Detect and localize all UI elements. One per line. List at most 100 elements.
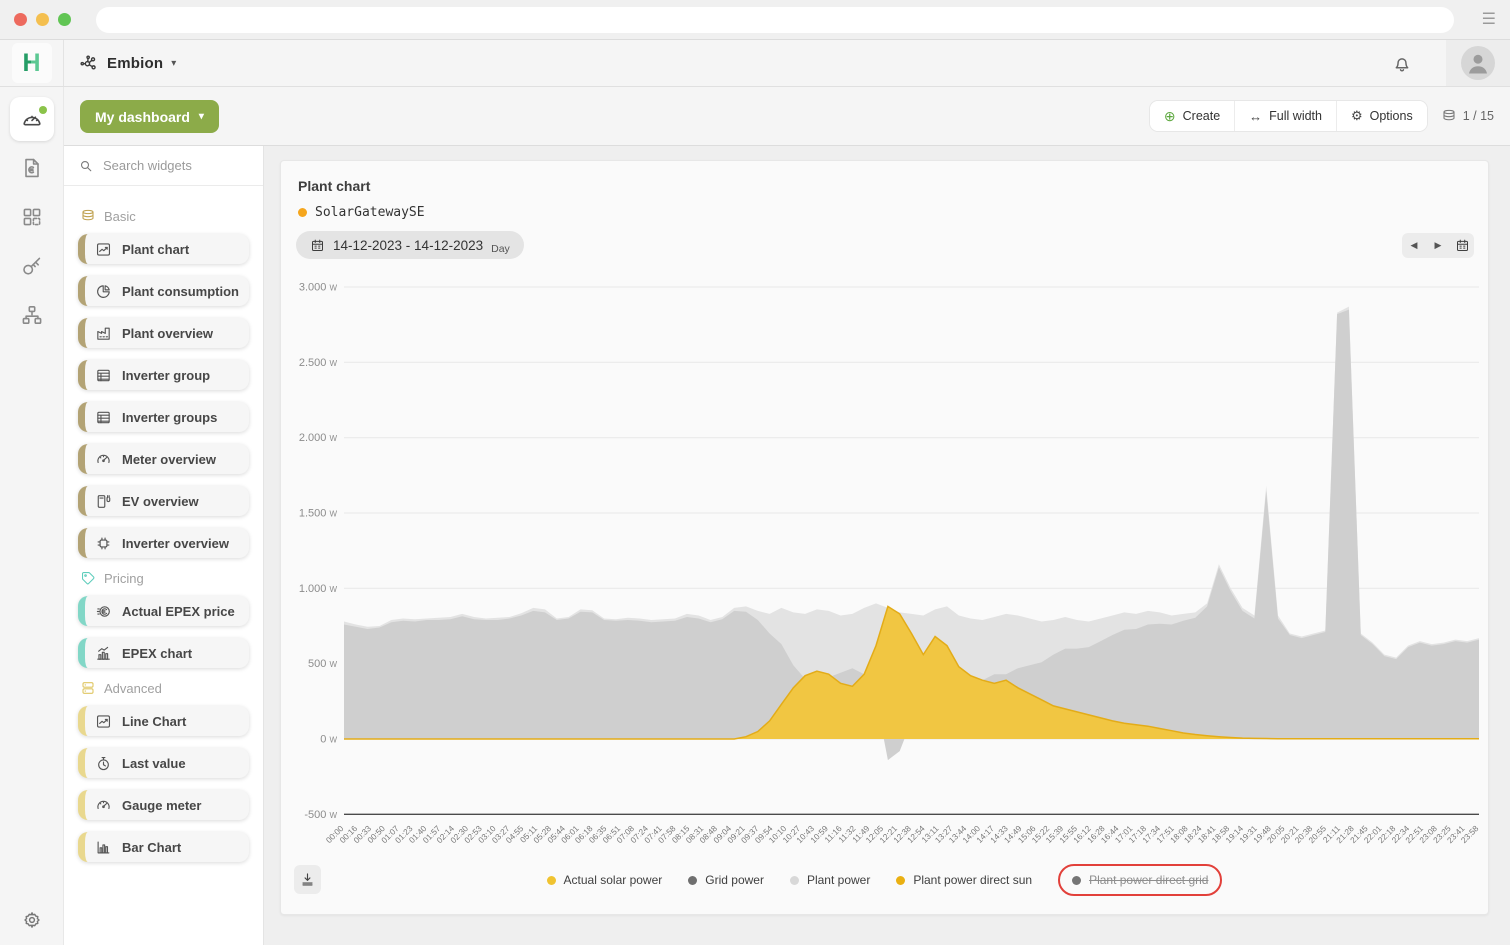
maximize-window-button[interactable] [58, 13, 71, 26]
tag-icon [80, 570, 96, 586]
avatar[interactable] [1461, 46, 1495, 80]
page-indicator: 1 / 15 [1441, 108, 1494, 124]
widget-card-last-value[interactable]: Last value [78, 748, 249, 778]
chevron-down-icon: ▾ [199, 111, 204, 122]
widgets-icon [20, 205, 44, 229]
rail-item-hierarchy[interactable] [10, 293, 54, 337]
rail-item-invoices[interactable] [10, 146, 54, 190]
gear-icon: ⚙ [1351, 108, 1363, 124]
widget-card-epex-chart[interactable]: EPEX chart [78, 638, 249, 668]
widget-card-label: EV overview [122, 494, 199, 509]
annotation-highlight-box: Plant power direct grid [1058, 864, 1222, 896]
meter-icon [95, 451, 112, 468]
logo-cell: H [0, 40, 64, 86]
prev-period-button[interactable]: ◀ [1402, 233, 1426, 258]
line-chart-icon [95, 241, 112, 258]
widget-group-header-pricing: Pricing [80, 570, 249, 586]
legend-item-actual-solar-power[interactable]: Actual solar power [547, 873, 663, 887]
widget-card-gauge-meter[interactable]: Gauge meter [78, 790, 249, 820]
logo-letter: H [22, 49, 40, 78]
widget-card-inverter-group[interactable]: Inverter group [78, 360, 249, 390]
dashboard-selector-button[interactable]: My dashboard ▾ [80, 100, 219, 133]
legend-label: Plant power direct grid [1089, 873, 1208, 887]
full-width-button[interactable]: ↔ Full width [1235, 101, 1337, 131]
factory-icon [95, 325, 112, 342]
app-header: H Embion ▾ [0, 40, 1510, 87]
widget-card-meter-overview[interactable]: Meter overview [78, 444, 249, 474]
widget-card-actual-epex-price[interactable]: Actual EPEX price [78, 596, 249, 626]
svg-text:1.000 W: 1.000 W [299, 583, 338, 595]
window-controls [14, 13, 71, 26]
widget-title: Plant chart [298, 178, 370, 194]
widget-card-label: Plant consumption [122, 284, 239, 299]
url-bar[interactable] [96, 7, 1454, 33]
settings-gear-icon[interactable] [0, 909, 64, 931]
legend-label: Plant power [807, 873, 870, 887]
plus-circle-icon: ⊕ [1164, 108, 1176, 125]
widget-card-label: Actual EPEX price [122, 604, 235, 619]
app-logo[interactable]: H [12, 43, 52, 83]
rail-item-widgets[interactable] [10, 195, 54, 239]
widget-card-plant-overview[interactable]: Plant overview [78, 318, 249, 348]
toolbar-button-group: ⊕ Create ↔ Full width ⚙ Options [1150, 101, 1427, 131]
organisation-selector[interactable]: Embion ▾ [78, 40, 176, 86]
widget-card-label: Bar Chart [122, 840, 181, 855]
stopwatch-icon [95, 755, 112, 772]
legend-item-plant-power-direct-grid[interactable]: Plant power direct grid [1072, 873, 1208, 887]
legend-dot [688, 876, 697, 885]
minimize-window-button[interactable] [36, 13, 49, 26]
widget-card-plant-consumption[interactable]: Plant consumption [78, 276, 249, 306]
date-range-picker[interactable]: 14-12-2023 - 14-12-2023 Day [296, 231, 524, 259]
widget-card-line-chart[interactable]: Line Chart [78, 706, 249, 736]
legend-item-plant-power[interactable]: Plant power [790, 873, 870, 887]
browser-menu-icon[interactable]: ☰ [1482, 9, 1496, 29]
plant-chart-svg: 3.000 W2.500 W2.000 W1.500 W1.000 W500 W… [281, 269, 1490, 861]
widget-card-bar-chart[interactable]: Bar Chart [78, 832, 249, 862]
widget-card-label: Meter overview [122, 452, 216, 467]
coin-icon [95, 603, 112, 620]
legend-item-grid-power[interactable]: Grid power [688, 873, 764, 887]
widget-card-label: Inverter overview [122, 536, 229, 551]
widget-card-label: Last value [122, 756, 186, 771]
dashboard-selector-label: My dashboard [95, 109, 190, 125]
legend-label: Actual solar power [564, 873, 663, 887]
widget-card-label: EPEX chart [122, 646, 192, 661]
chevron-down-icon: ▾ [171, 58, 176, 69]
bar-chart-icon [95, 839, 112, 856]
table-icon [95, 367, 112, 384]
search-input[interactable] [103, 158, 243, 173]
layers-icon [1441, 108, 1457, 124]
options-button[interactable]: ⚙ Options [1337, 101, 1427, 131]
widget-group-label: Basic [104, 209, 136, 224]
widget-card-ev-overview[interactable]: EV overview [78, 486, 249, 516]
close-window-button[interactable] [14, 13, 27, 26]
widget-group-header-basic: Basic [80, 208, 249, 224]
svg-text:500 W: 500 W [308, 658, 337, 670]
date-granularity-label: Day [491, 243, 510, 255]
rail-item-dashboard[interactable] [10, 97, 54, 141]
create-label: Create [1183, 109, 1221, 123]
avatar-cell [1446, 40, 1510, 86]
widget-card-plant-chart[interactable]: Plant chart [78, 234, 249, 264]
create-button[interactable]: ⊕ Create [1150, 101, 1235, 131]
search-icon [78, 158, 94, 174]
widget-card-inverter-overview[interactable]: Inverter overview [78, 528, 249, 558]
app-body: My dashboard ▾ ⊕ Create ↔ Full width ⚙ O… [0, 87, 1510, 945]
widget-card-inverter-groups[interactable]: Inverter groups [78, 402, 249, 432]
chart-legend: Actual solar power Grid power Plant power P… [281, 864, 1488, 896]
notifications-bell-icon[interactable] [1391, 52, 1413, 74]
layers-icon [80, 208, 96, 224]
rail-item-access-keys[interactable] [10, 244, 54, 288]
device-name: SolarGatewaySE [315, 205, 425, 220]
device-legend: SolarGatewaySE [298, 205, 425, 220]
widget-group-header-advanced: Advanced [80, 680, 249, 696]
legend-dot [1072, 876, 1081, 885]
sitemap-icon [20, 303, 44, 327]
calendar-picker-button[interactable] [1450, 233, 1474, 258]
device-dot [298, 208, 307, 217]
next-period-button[interactable]: ▶ [1426, 233, 1450, 258]
svg-text:-500 W: -500 W [304, 809, 337, 821]
arrows-horizontal-icon: ↔ [1249, 109, 1262, 124]
legend-item-plant-power-direct-sun[interactable]: Plant power direct sun [896, 873, 1032, 887]
calendar-icon [310, 238, 325, 253]
